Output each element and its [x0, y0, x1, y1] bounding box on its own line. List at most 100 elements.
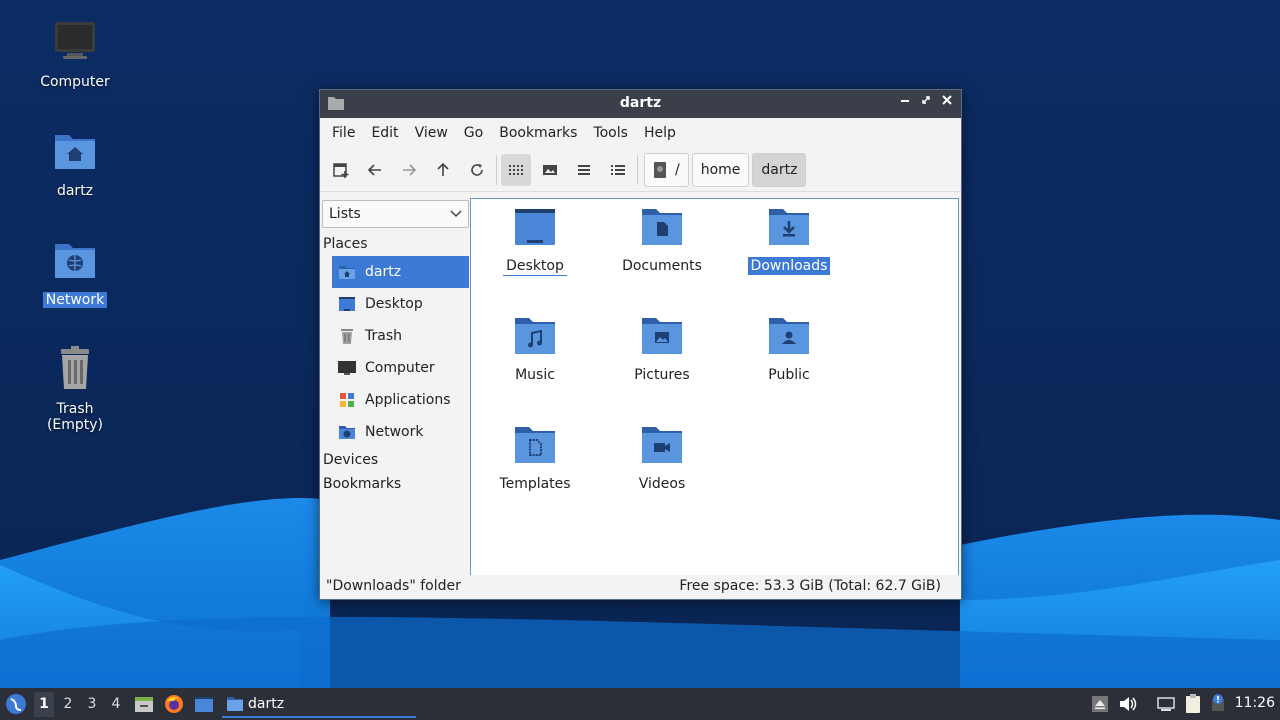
launcher-file-manager[interactable] — [134, 694, 154, 718]
desktop-icon-network[interactable]: Network — [25, 236, 125, 308]
file-item-label: Templates — [499, 476, 571, 492]
tray-updates-button[interactable] — [1209, 693, 1229, 717]
sidebar-item-label: Trash — [365, 328, 402, 344]
tray-volume-button[interactable] — [1118, 695, 1138, 717]
menu-help[interactable]: Help — [636, 118, 684, 148]
update-notifier-icon — [1212, 694, 1224, 711]
menu-bookmarks[interactable]: Bookmarks — [491, 118, 585, 148]
workspace-3[interactable]: 3 — [84, 696, 100, 712]
reload-button[interactable] — [462, 154, 492, 186]
start-menu-button[interactable] — [5, 693, 27, 715]
breadcrumb-root[interactable]: / — [644, 152, 689, 187]
sidebar-item-label: Desktop — [365, 296, 423, 312]
menu-edit[interactable]: Edit — [363, 118, 406, 148]
breadcrumb-label: / — [675, 161, 680, 178]
toolbar-separator — [496, 154, 497, 185]
workspace-1[interactable]: 1 — [36, 696, 52, 712]
new-tab-button[interactable] — [326, 154, 356, 186]
breadcrumb-label: dartz — [761, 161, 798, 178]
maximize-icon — [921, 96, 930, 104]
tray-clipboard-button[interactable] — [1183, 693, 1203, 719]
music-folder-icon — [515, 318, 555, 354]
taskbar-task-dartz[interactable]: dartz — [222, 691, 416, 718]
toolbar-separator — [637, 154, 638, 185]
folder-view[interactable]: Desktop Documents Downloads Music Pictur… — [470, 198, 959, 576]
launcher-show-desktop[interactable] — [194, 694, 214, 718]
bookmarks-header[interactable]: Bookmarks — [320, 472, 470, 496]
status-selection: "Downloads" folder — [326, 578, 461, 594]
clock[interactable]: 11:26 — [1235, 695, 1275, 711]
sidebar-item-applications[interactable]: Applications — [332, 384, 469, 416]
side-pane-mode-select[interactable]: Lists — [322, 200, 469, 228]
tray-network-button[interactable] — [1156, 695, 1176, 717]
minimize-button[interactable] — [896, 94, 913, 112]
window-title: dartz — [619, 95, 662, 111]
applications-icon — [340, 393, 354, 407]
file-item-public[interactable]: Public — [734, 316, 844, 384]
up-button[interactable] — [428, 154, 458, 186]
back-button[interactable] — [360, 154, 390, 186]
desktop-icon-dartz[interactable]: dartz — [25, 127, 125, 199]
icon-view-button[interactable] — [501, 153, 531, 186]
drive-icon — [654, 161, 666, 178]
launcher-firefox[interactable] — [164, 694, 184, 718]
volume-icon — [1120, 697, 1137, 711]
devices-header[interactable]: Devices — [320, 448, 470, 472]
task-label: dartz — [248, 695, 285, 712]
sidebar-item-network[interactable]: Network — [332, 416, 469, 448]
file-item-templates[interactable]: Templates — [480, 425, 590, 493]
file-item-label: Documents — [622, 258, 702, 274]
file-item-pictures[interactable]: Pictures — [607, 316, 717, 384]
close-button[interactable] — [938, 94, 955, 112]
file-item-videos[interactable]: Videos — [607, 425, 717, 493]
file-item-music[interactable]: Music — [480, 316, 590, 384]
menu-tools[interactable]: Tools — [585, 118, 636, 148]
workspace-4[interactable]: 4 — [108, 696, 124, 712]
status-free-space: Free space: 53.3 GiB (Total: 62.7 GiB) — [679, 578, 941, 594]
thumbnail-view-icon — [543, 164, 557, 175]
desktop-icon-computer[interactable]: Computer — [25, 18, 125, 90]
breadcrumb-home[interactable]: home — [691, 152, 750, 187]
file-item-downloads[interactable]: Downloads — [734, 207, 844, 275]
thumbnail-view-button[interactable] — [535, 154, 565, 186]
compact-view-button[interactable] — [569, 154, 599, 186]
window-titlebar[interactable]: dartz — [320, 90, 961, 118]
file-item-label: Videos — [638, 476, 686, 492]
menu-view[interactable]: View — [407, 118, 456, 148]
status-bar: "Downloads" folder Free space: 53.3 GiB … — [320, 575, 961, 599]
distro-logo-icon — [6, 694, 26, 714]
sidebar-item-dartz[interactable]: dartz — [332, 256, 469, 288]
clipboard-icon — [1186, 694, 1200, 713]
file-item-label: Public — [768, 367, 810, 383]
sidebar-item-label: Applications — [365, 392, 451, 408]
downloads-folder-icon — [769, 209, 809, 245]
desktop-icon-trash[interactable]: Trash (Empty) — [25, 345, 125, 433]
show-desktop-icon — [195, 697, 213, 712]
detailed-list-view-button[interactable] — [603, 154, 633, 186]
minimize-icon — [900, 100, 909, 102]
chevron-down-icon — [450, 210, 462, 218]
forward-button[interactable] — [394, 154, 424, 186]
taskbar: 1 2 3 4 dartz 11:26 — [0, 688, 1280, 720]
menu-go[interactable]: Go — [456, 118, 491, 148]
file-item-desktop[interactable]: Desktop — [480, 207, 590, 276]
menu-file[interactable]: File — [324, 118, 363, 148]
computer-icon — [55, 22, 95, 59]
breadcrumb-dartz[interactable]: dartz — [752, 152, 807, 187]
places-header[interactable]: Places — [320, 232, 470, 256]
templates-folder-icon — [515, 427, 555, 463]
documents-folder-icon — [642, 209, 682, 245]
menu-bar: File Edit View Go Bookmarks Tools Help — [320, 118, 961, 148]
tray-show-hidden-button[interactable] — [1091, 695, 1109, 717]
maximize-button[interactable] — [917, 94, 934, 112]
sidebar-item-trash[interactable]: Trash — [332, 320, 469, 352]
computer-icon — [338, 361, 356, 375]
file-item-label: Music — [515, 367, 555, 383]
desktop-icon — [339, 297, 355, 311]
file-item-documents[interactable]: Documents — [607, 207, 717, 275]
up-icon — [437, 162, 449, 176]
sidebar-item-computer[interactable]: Computer — [332, 352, 469, 384]
workspace-2[interactable]: 2 — [60, 696, 76, 712]
sidebar-item-desktop[interactable]: Desktop — [332, 288, 469, 320]
desktop-icon-label: Network — [42, 292, 108, 308]
